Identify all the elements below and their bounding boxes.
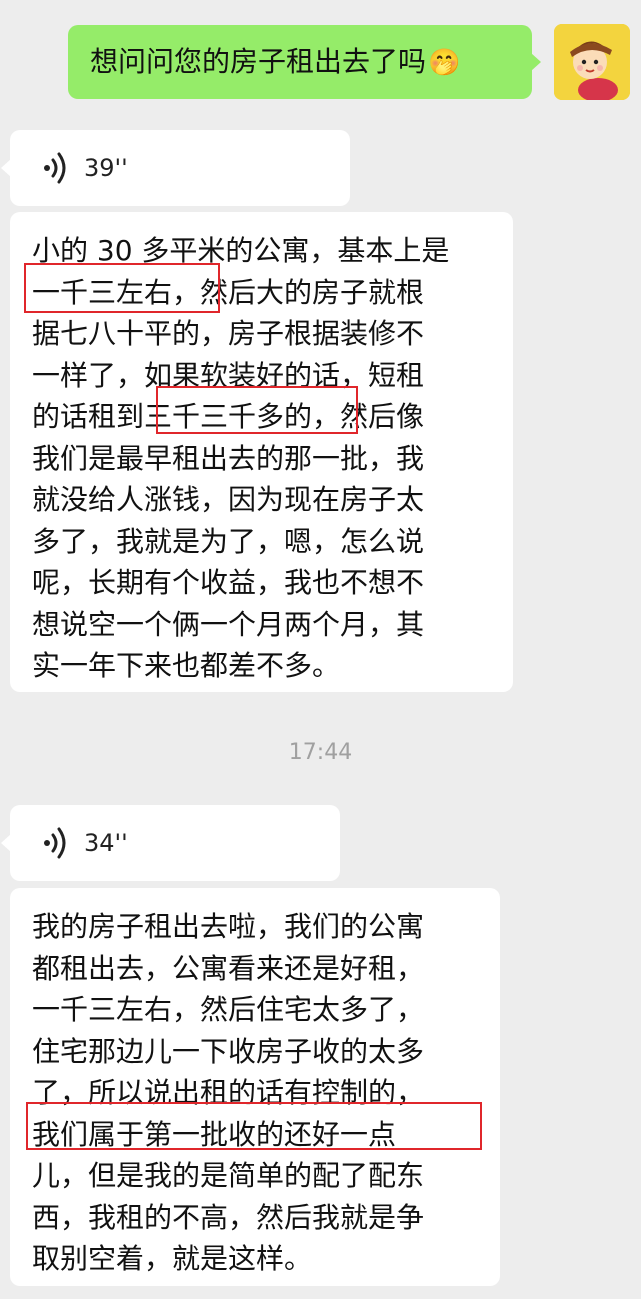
voice-duration: 34'': [84, 829, 128, 857]
voice-transcript-1[interactable]: 小的 30 多平米的公寓，基本上是 一千三左右，然后大的房子就根 据七八十平的，…: [10, 212, 513, 692]
timestamp: 17:44: [288, 740, 353, 765]
sent-message-text: 想问问您的房子租出去了吗: [90, 45, 427, 78]
voice-wave-icon: [44, 152, 66, 184]
transcript-line: 我的房子租出去啦，我们的公寓: [32, 910, 425, 943]
voice-duration: 39'': [84, 154, 128, 182]
transcript-line: 我们是最早租出去的那一批，我: [32, 441, 425, 475]
transcript-line: 呢，长期有个收益，我也不想不: [32, 566, 425, 599]
voice-wave-icon: [44, 827, 66, 859]
voice-message-2[interactable]: 34'': [1, 805, 340, 881]
transcript-line: 就没给人涨钱，因为现在房子太: [32, 483, 425, 516]
transcript-line: 想说空一个俩一个月两个月，其: [32, 607, 425, 641]
transcript-line: 住宅那边儿一下收房子收的太多: [32, 1034, 425, 1068]
avatar[interactable]: [554, 24, 630, 100]
transcript-line: 取别空着，就是这样。: [32, 1242, 313, 1275]
transcript-line: 小的 30 多平米的公寓，基本上是: [32, 234, 450, 267]
transcript-line: 实一年下来也都差不多。: [32, 649, 341, 682]
voice-transcript-2[interactable]: 我的房子租出去啦，我们的公寓 都租出去，公寓看来还是好租， 一千三左右，然后住宅…: [10, 888, 500, 1286]
sent-message-bubble[interactable]: 想问问您的房子租出去了吗🤭: [68, 25, 541, 99]
transcript-line: 多了，我就是为了，嗯，怎么说: [32, 524, 425, 558]
transcript-line: 儿，但是我的是简单的配了配东: [32, 1159, 425, 1192]
transcript-line: 一千三左右，然后住宅太多了，: [32, 993, 425, 1026]
transcript-line: 的话租到三千三千多的，然后像: [32, 400, 425, 433]
transcript-line: 都租出去，公寓看来还是好租，: [32, 951, 425, 985]
transcript-line: 我们属于第一批收的还好一点: [32, 1117, 397, 1151]
transcript-line: 一千三左右，然后大的房子就根: [32, 275, 425, 309]
transcript-line: 据七八十平的，房子根据装修不: [32, 317, 425, 350]
voice-message-1[interactable]: 39'': [1, 130, 350, 206]
emoji-icon: 🤭: [428, 48, 461, 78]
cartoon-avatar-icon: [554, 24, 630, 100]
transcript-line: 了，所以说出租的话有控制的，: [32, 1076, 425, 1109]
transcript-line: 一样了，如果软装好的话，短租: [32, 358, 425, 392]
transcript-line: 西，我租的不高，然后我就是争: [32, 1200, 425, 1234]
